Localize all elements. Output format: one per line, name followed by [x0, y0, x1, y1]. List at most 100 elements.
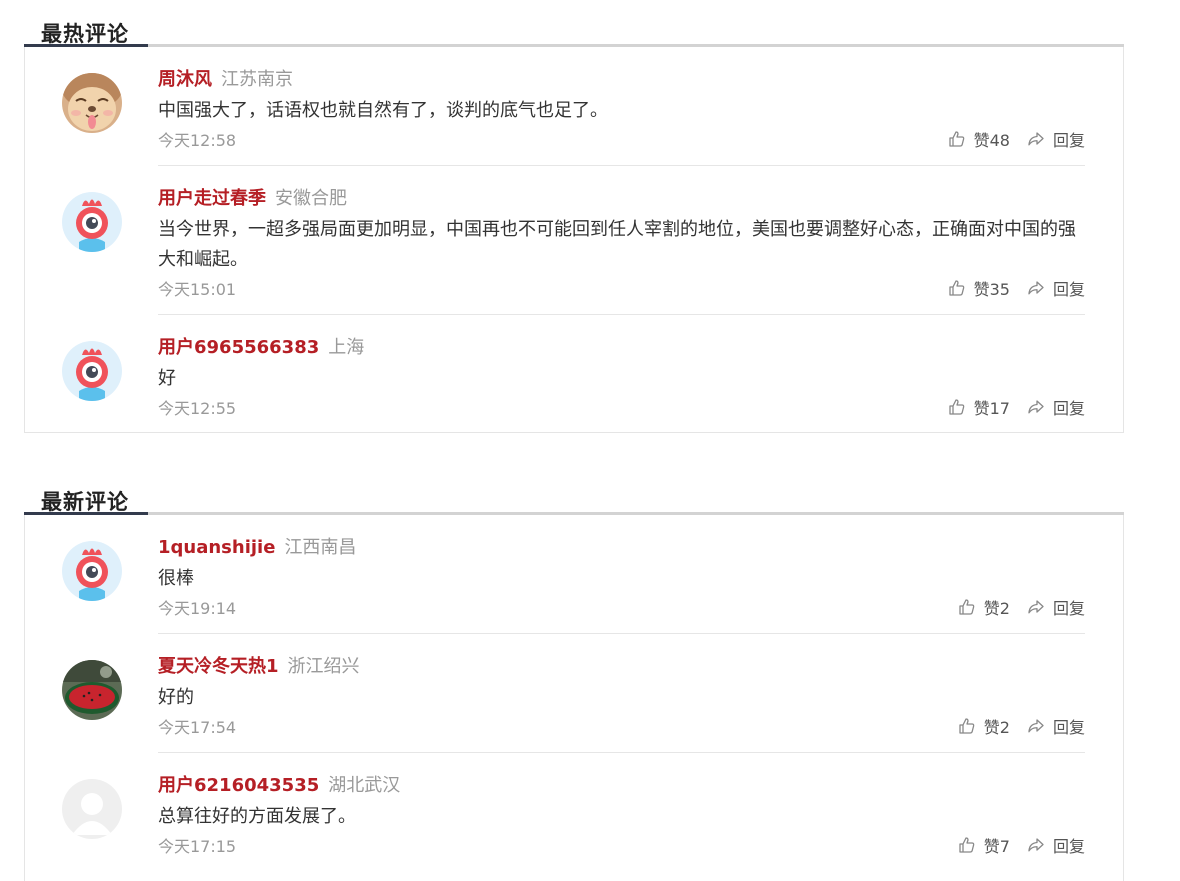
- like-button[interactable]: 赞2: [958, 714, 1010, 738]
- thumbs-up-icon: [959, 599, 975, 615]
- comment-time: 今天12:55: [158, 399, 237, 418]
- like-count: 赞2: [983, 599, 1010, 618]
- comment-text: 好: [158, 368, 176, 389]
- comment-meta: 用户6965566383 上海: [158, 333, 364, 359]
- weibo-eye-avatar-icon: [62, 341, 122, 401]
- comment-item: 1quanshijie 江西南昌 很棒 今天19:14 赞2 回复: [25, 515, 1123, 634]
- reply-arrow-icon: [1028, 281, 1044, 295]
- comment-meta: 1quanshijie 江西南昌: [158, 533, 356, 559]
- like-count: 赞48: [973, 131, 1010, 150]
- comment-actions: 赞2 回复: [958, 595, 1085, 619]
- comment-time: 今天12:58: [158, 131, 237, 150]
- hot-comments-section: 最热评论 周沐风 江苏南京 中国强大了，话语权也就自然有了，谈判的底气也足了。 …: [24, 0, 1124, 433]
- comment-body: 夏天冷冬天热1 浙江绍兴 好的 今天17:54 赞2 回复: [158, 634, 1085, 753]
- comment-time: 今天17:15: [158, 837, 237, 856]
- reply-label: 回复: [1052, 599, 1085, 618]
- comment-meta: 用户6216043535 湖北武汉: [158, 771, 400, 797]
- like-button[interactable]: 赞48: [948, 127, 1010, 151]
- comment-body: 用户6216043535 湖北武汉 总算往好的方面发展了。 今天17:15 赞7 …: [158, 753, 1085, 870]
- comment-text: 中国强大了，话语权也就自然有了，谈判的底气也足了。: [158, 100, 608, 121]
- user-location: 上海: [328, 337, 365, 358]
- comment-actions: 赞2 回复: [958, 714, 1085, 738]
- reply-label: 回复: [1052, 280, 1085, 299]
- reply-button[interactable]: 回复: [1027, 276, 1085, 300]
- comment-meta: 周沐风 江苏南京: [158, 65, 293, 91]
- default-avatar-icon: [62, 779, 122, 839]
- comment-actions: 赞17 回复: [948, 395, 1085, 419]
- like-button[interactable]: 赞2: [958, 595, 1010, 619]
- user-avatar[interactable]: [62, 73, 122, 133]
- comment-time: 今天19:14: [158, 599, 237, 618]
- hot-comments-list: 周沐风 江苏南京 中国强大了，话语权也就自然有了，谈判的底气也足了。 今天12:5…: [24, 47, 1124, 433]
- thumbs-up-icon: [948, 280, 964, 296]
- hot-comments-header: 最热评论: [24, 0, 1124, 47]
- username-link[interactable]: 1quanshijie: [158, 537, 275, 558]
- weibo-eye-avatar-icon: [62, 541, 122, 601]
- user-avatar[interactable]: [62, 779, 122, 839]
- user-avatar[interactable]: [62, 192, 122, 252]
- thumbs-up-icon: [959, 837, 975, 853]
- comment-body: 周沐风 江苏南京 中国强大了，话语权也就自然有了，谈判的底气也足了。 今天12:5…: [158, 47, 1085, 166]
- comment-actions: 赞48 回复: [948, 127, 1085, 151]
- comment-text: 总算往好的方面发展了。: [158, 806, 356, 827]
- user-location: 湖北武汉: [328, 775, 401, 796]
- reply-arrow-icon: [1028, 400, 1044, 414]
- username-link[interactable]: 用户6965566383: [158, 337, 319, 358]
- user-avatar[interactable]: [62, 341, 122, 401]
- user-avatar[interactable]: [62, 541, 122, 601]
- watermelon-avatar-icon: [62, 660, 122, 720]
- user-location: 江苏南京: [221, 69, 293, 90]
- like-count: 赞2: [983, 718, 1010, 737]
- user-location: 浙江绍兴: [287, 656, 360, 677]
- comment-body: 用户走过春季 安徽合肥 当今世界，一超多强局面更加明显，中国再也不可能回到任人宰割…: [158, 166, 1085, 315]
- user-location: 安徽合肥: [275, 188, 347, 209]
- user-location: 江西南昌: [284, 537, 357, 558]
- reply-label: 回复: [1052, 837, 1085, 856]
- reply-label: 回复: [1052, 718, 1085, 737]
- username-link[interactable]: 用户6216043535: [158, 775, 319, 796]
- like-count: 赞17: [973, 399, 1010, 418]
- comment-meta: 夏天冷冬天热1 浙江绍兴: [158, 652, 360, 678]
- comment-text: 好的: [158, 687, 194, 708]
- comment-actions: 赞7 回复: [958, 833, 1085, 857]
- like-count: 赞7: [983, 837, 1010, 856]
- like-button[interactable]: 赞35: [948, 276, 1010, 300]
- thumbs-up-icon: [948, 399, 964, 415]
- comment-text: 很棒: [158, 568, 194, 589]
- thumbs-up-icon: [948, 131, 964, 147]
- reply-button[interactable]: 回复: [1027, 595, 1085, 619]
- like-button[interactable]: 赞17: [948, 395, 1010, 419]
- reply-button[interactable]: 回复: [1027, 127, 1085, 151]
- user-avatar[interactable]: [62, 660, 122, 720]
- latest-comments-section: 最新评论 1quanshijie 江西南昌 很棒 今天19:14 赞2 回复 夏…: [24, 468, 1124, 881]
- comment-body: 用户6965566383 上海 好 今天12:55 赞17 回复: [158, 315, 1085, 432]
- comment-item: 周沐风 江苏南京 中国强大了，话语权也就自然有了，谈判的底气也足了。 今天12:5…: [25, 47, 1123, 166]
- reply-label: 回复: [1052, 399, 1085, 418]
- username-link[interactable]: 周沐风: [158, 69, 212, 90]
- reply-button[interactable]: 回复: [1027, 833, 1085, 857]
- username-link[interactable]: 用户走过春季: [158, 188, 266, 209]
- reply-button[interactable]: 回复: [1027, 714, 1085, 738]
- reply-arrow-icon: [1028, 719, 1044, 733]
- dog-avatar-icon: [62, 73, 122, 133]
- reply-button[interactable]: 回复: [1027, 395, 1085, 419]
- comment-item: 用户6965566383 上海 好 今天12:55 赞17 回复: [25, 315, 1123, 432]
- reply-arrow-icon: [1028, 132, 1044, 146]
- comment-time: 今天15:01: [158, 280, 237, 299]
- username-link[interactable]: 夏天冷冬天热1: [158, 656, 279, 677]
- comment-body: 1quanshijie 江西南昌 很棒 今天19:14 赞2 回复: [158, 515, 1085, 634]
- comment-item: 用户6216043535 湖北武汉 总算往好的方面发展了。 今天17:15 赞7 …: [25, 753, 1123, 870]
- latest-comments-list: 1quanshijie 江西南昌 很棒 今天19:14 赞2 回复 夏天冷冬天热…: [24, 515, 1124, 881]
- comment-actions: 赞35 回复: [948, 276, 1085, 300]
- reply-arrow-icon: [1028, 838, 1044, 852]
- thumbs-up-icon: [959, 718, 975, 734]
- comment-item: 用户走过春季 安徽合肥 当今世界，一超多强局面更加明显，中国再也不可能回到任人宰割…: [25, 166, 1123, 315]
- like-button[interactable]: 赞7: [958, 833, 1010, 857]
- weibo-eye-avatar-icon: [62, 192, 122, 252]
- comment-time: 今天17:54: [158, 718, 237, 737]
- comment-meta: 用户走过春季 安徽合肥: [158, 184, 347, 210]
- reply-arrow-icon: [1028, 600, 1044, 614]
- comment-text: 当今世界，一超多强局面更加明显，中国再也不可能回到任人宰割的地位，美国也要调整好…: [158, 219, 1076, 270]
- comment-item: 夏天冷冬天热1 浙江绍兴 好的 今天17:54 赞2 回复: [25, 634, 1123, 753]
- like-count: 赞35: [973, 280, 1010, 299]
